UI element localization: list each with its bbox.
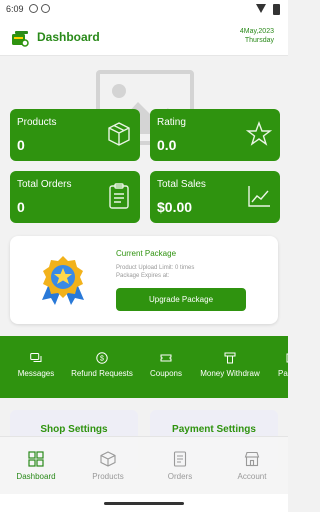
partial-icon bbox=[286, 353, 288, 363]
gesture-bar bbox=[0, 494, 288, 512]
quick-action-label: Money Withdraw bbox=[200, 369, 260, 378]
svg-text:$: $ bbox=[100, 356, 104, 363]
quick-action-refund-requests[interactable]: $ Refund Requests bbox=[66, 336, 138, 398]
quick-action-messages[interactable]: Messages bbox=[10, 336, 62, 398]
clipboard-icon bbox=[109, 183, 129, 209]
ticket-icon bbox=[160, 354, 172, 362]
app-bar: Dashboard 4May,2023 Thursday bbox=[0, 20, 288, 56]
nav-orders[interactable]: Orders bbox=[144, 437, 216, 495]
payment-settings-label: Payment Settings bbox=[172, 424, 256, 435]
nav-account[interactable]: Account bbox=[216, 437, 288, 495]
battery-icon bbox=[273, 4, 280, 15]
chat-icon bbox=[30, 353, 42, 362]
star-icon bbox=[246, 121, 272, 146]
cube-icon bbox=[100, 451, 116, 467]
quick-action-label: Messages bbox=[17, 369, 55, 378]
nav-label: Products bbox=[92, 472, 124, 481]
stat-value: 0.0 bbox=[157, 137, 177, 153]
stat-label: Total Orders bbox=[17, 179, 72, 190]
stat-card-total-orders[interactable]: Total Orders 0 bbox=[10, 171, 140, 223]
package-card: Current Package Product Upload Limit: 0 … bbox=[10, 236, 278, 324]
stat-value: 0 bbox=[17, 137, 25, 153]
shop-logo-icon bbox=[12, 31, 29, 47]
medal-star-icon bbox=[42, 256, 84, 305]
stat-card-rating[interactable]: Rating 0.0 bbox=[150, 109, 280, 161]
dollar-circle-icon: $ bbox=[96, 352, 108, 364]
package-upload-limit: Product Upload Limit: 0 times bbox=[116, 265, 195, 271]
quick-action-label: Coupons bbox=[149, 369, 183, 378]
nav-label: Orders bbox=[167, 472, 193, 481]
stat-value: 0 bbox=[17, 199, 25, 215]
quick-action-label: Pa bbox=[278, 369, 288, 378]
quick-actions-bar: Messages $ Refund Requests Coupons Money… bbox=[0, 336, 288, 398]
upgrade-package-button[interactable]: Upgrade Package bbox=[116, 288, 246, 311]
stat-card-total-sales[interactable]: Total Sales $0.00 bbox=[150, 171, 280, 223]
stat-label: Rating bbox=[157, 117, 186, 128]
stat-label: Total Sales bbox=[157, 179, 206, 190]
nav-label: Dashboard bbox=[16, 472, 56, 481]
nav-dashboard[interactable]: Dashboard bbox=[0, 437, 72, 495]
status-bar: 6:09 bbox=[0, 0, 288, 20]
chart-line-icon bbox=[248, 186, 270, 207]
bottom-navigation: Dashboard Products Orders Account bbox=[0, 436, 288, 494]
day-text: Thursday bbox=[244, 37, 274, 44]
page-title: Dashboard bbox=[37, 30, 100, 44]
quick-action-money-withdraw[interactable]: Money Withdraw bbox=[194, 336, 266, 398]
home-indicator[interactable] bbox=[104, 502, 184, 505]
stat-value: $0.00 bbox=[157, 199, 193, 215]
grid-icon bbox=[28, 451, 44, 467]
package-title: Current Package bbox=[116, 249, 177, 258]
quick-action-label: Refund Requests bbox=[71, 369, 133, 378]
header-date: 4May,2023 Thursday bbox=[240, 27, 274, 45]
receipt-icon bbox=[173, 451, 187, 467]
stat-label: Products bbox=[17, 117, 57, 128]
nav-label: Account bbox=[237, 472, 267, 481]
sim-icon bbox=[29, 4, 38, 13]
quick-action-more[interactable]: Pa bbox=[274, 336, 288, 398]
status-time: 6:09 bbox=[6, 4, 24, 14]
dnd-icon bbox=[41, 4, 50, 13]
shop-settings-label: Shop Settings bbox=[40, 424, 108, 435]
stat-card-products[interactable]: Products 0 bbox=[10, 109, 140, 161]
date-text: 4May,2023 bbox=[239, 28, 274, 35]
quick-action-coupons[interactable]: Coupons bbox=[144, 336, 188, 398]
atm-icon bbox=[224, 352, 236, 364]
box-icon bbox=[108, 122, 130, 146]
signal-icon bbox=[256, 4, 266, 13]
nav-products[interactable]: Products bbox=[72, 437, 144, 495]
store-icon bbox=[244, 451, 260, 467]
package-expires: Package Expires at: bbox=[116, 273, 170, 279]
